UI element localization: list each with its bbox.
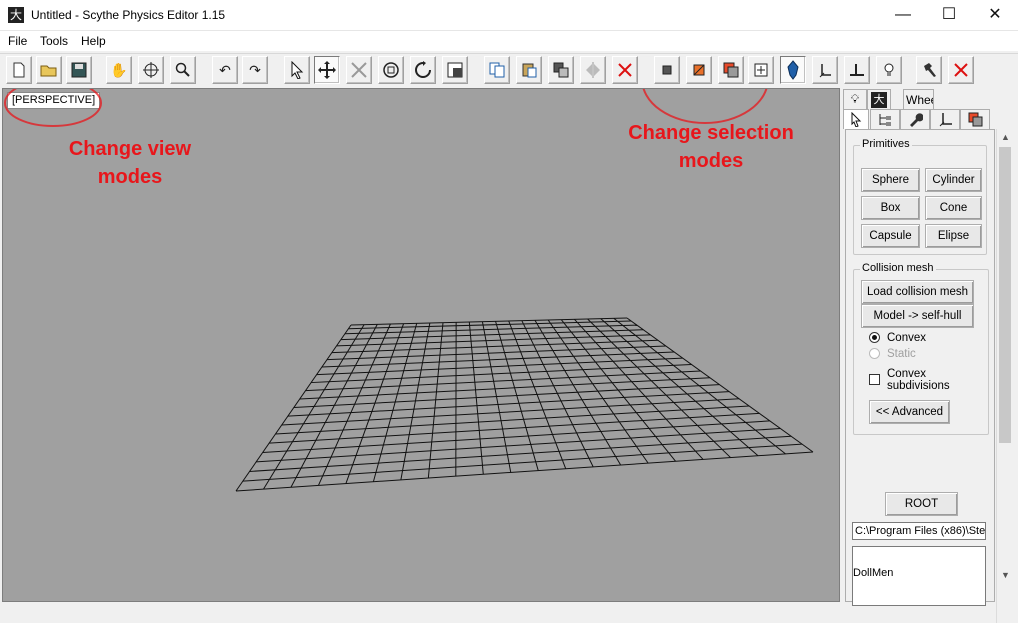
close-window-button[interactable]: ✕ <box>972 0 1018 31</box>
title-bar: 大 Untitled - Scythe Physics Editor 1.15 … <box>0 0 1018 31</box>
primitives-label: Primitives <box>860 138 912 150</box>
path-field[interactable]: C:\Program Files (x86)\Steam <box>852 522 986 540</box>
static-radio[interactable] <box>869 348 880 359</box>
rotate-local-icon[interactable] <box>378 56 404 84</box>
tab-joint[interactable] <box>930 109 960 129</box>
tab-wrench[interactable] <box>900 109 930 129</box>
select-face-icon[interactable] <box>718 56 744 84</box>
pin-icon[interactable] <box>780 56 806 84</box>
zoom-icon[interactable] <box>170 56 196 84</box>
delete-icon[interactable] <box>612 56 638 84</box>
open-folder-icon[interactable] <box>36 56 62 84</box>
save-icon[interactable] <box>66 56 92 84</box>
convex-radio-label: Convex <box>887 332 926 344</box>
select-object-icon[interactable] <box>748 56 774 84</box>
menu-help[interactable]: Help <box>81 34 106 48</box>
duplicate-icon[interactable] <box>548 56 574 84</box>
scale-icon[interactable] <box>346 56 372 84</box>
collision-mesh-label: Collision mesh <box>860 262 936 274</box>
hammer-icon[interactable] <box>916 56 942 84</box>
tab-wheel[interactable]: Whee <box>903 89 934 109</box>
menu-bar: File Tools Help <box>0 31 1018 51</box>
load-collision-mesh-button[interactable]: Load collision mesh <box>861 280 974 304</box>
convex-radio[interactable] <box>869 332 880 343</box>
list-item[interactable]: DollMen <box>853 567 893 579</box>
side-panel-scrollbar[interactable]: ▲ ▼ <box>996 129 1013 623</box>
select-edge-icon[interactable] <box>686 56 712 84</box>
convex-subdivisions-checkbox[interactable] <box>869 374 880 385</box>
3d-viewport[interactable]: [PERSPECTIVE] Change view modes Change s… <box>2 88 840 602</box>
undo-icon[interactable]: ↶ <box>212 56 238 84</box>
tab-pointer[interactable] <box>843 109 869 129</box>
view-mode-label[interactable]: [PERSPECTIVE] <box>7 92 100 109</box>
cylinder-button[interactable]: Cylinder <box>925 168 982 192</box>
new-file-icon[interactable] <box>6 56 32 84</box>
root-button[interactable]: ROOT <box>885 492 958 516</box>
joint-tab-icon <box>938 112 953 127</box>
window-title: Untitled - Scythe Physics Editor 1.15 <box>31 8 225 22</box>
select-arrow-icon[interactable] <box>284 56 310 84</box>
scroll-up-icon[interactable]: ▲ <box>997 129 1014 146</box>
capsule-button[interactable]: Capsule <box>861 224 920 248</box>
elipse-button[interactable]: Elipse <box>925 224 982 248</box>
cone-button[interactable]: Cone <box>925 196 982 220</box>
tab-ragdoll[interactable]: 大 <box>867 89 891 109</box>
ragdoll-tab-icon: 大 <box>871 92 887 108</box>
maximize-button[interactable]: ☐ <box>926 0 972 31</box>
tab-hierarchy[interactable] <box>870 109 900 129</box>
redo-icon[interactable]: ↷ <box>242 56 268 84</box>
model-self-hull-button[interactable]: Model -> self-hull <box>861 304 974 328</box>
axis-local-icon[interactable] <box>812 56 838 84</box>
annotation-change-view-modes: Change view modes <box>55 135 205 191</box>
hand-pan-icon[interactable]: ✋ <box>106 56 132 84</box>
bulb-icon[interactable] <box>876 56 902 84</box>
box-button[interactable]: Box <box>861 196 920 220</box>
axis-world-icon[interactable] <box>844 56 870 84</box>
paste-icon[interactable] <box>516 56 542 84</box>
close-x-icon[interactable] <box>948 56 974 84</box>
select-vertex-icon[interactable] <box>654 56 680 84</box>
tab-mesh[interactable] <box>960 109 990 129</box>
frame-icon[interactable] <box>442 56 468 84</box>
convex-subdivisions-label: Convex subdivisions <box>887 368 967 392</box>
minimize-button[interactable]: — <box>880 0 926 31</box>
primitives-group: Primitives Sphere Cylinder Box Cone Caps… <box>853 145 987 255</box>
orbit-icon[interactable] <box>138 56 164 84</box>
annotation-change-selection-modes: Change selection modes <box>611 119 811 175</box>
scroll-thumb[interactable] <box>999 147 1011 443</box>
wrench-tab-icon <box>908 112 923 127</box>
mirror-icon[interactable] <box>580 56 606 84</box>
move-icon[interactable] <box>314 56 340 84</box>
advanced-button[interactable]: << Advanced <box>869 400 950 424</box>
menu-tools[interactable]: Tools <box>40 34 68 48</box>
collision-mesh-group: Collision mesh Load collision mesh Model… <box>853 269 989 435</box>
tab-light[interactable]: 💡︎ <box>843 89 867 109</box>
rotate-icon[interactable] <box>410 56 436 84</box>
copy-icon[interactable] <box>484 56 510 84</box>
toolbar: ✋ ↶ ↷ <box>0 53 1018 87</box>
sphere-button[interactable]: Sphere <box>861 168 920 192</box>
tab-wheel-label: Whee <box>906 93 934 107</box>
static-radio-label: Static <box>887 348 916 360</box>
side-panel: 💡︎ 大 Whee Primitives Sphere Cylinder Box… <box>841 88 1018 602</box>
doll-list[interactable]: DollMen <box>852 546 986 606</box>
app-icon: 大 <box>8 7 24 23</box>
pointer-tab-icon <box>850 112 862 127</box>
menu-file[interactable]: File <box>8 34 27 48</box>
scroll-down-icon[interactable]: ▼ <box>997 567 1014 584</box>
light-tab-icon: 💡︎ <box>851 92 859 107</box>
mesh-tab-icon <box>968 112 983 127</box>
hierarchy-tab-icon <box>877 112 893 127</box>
